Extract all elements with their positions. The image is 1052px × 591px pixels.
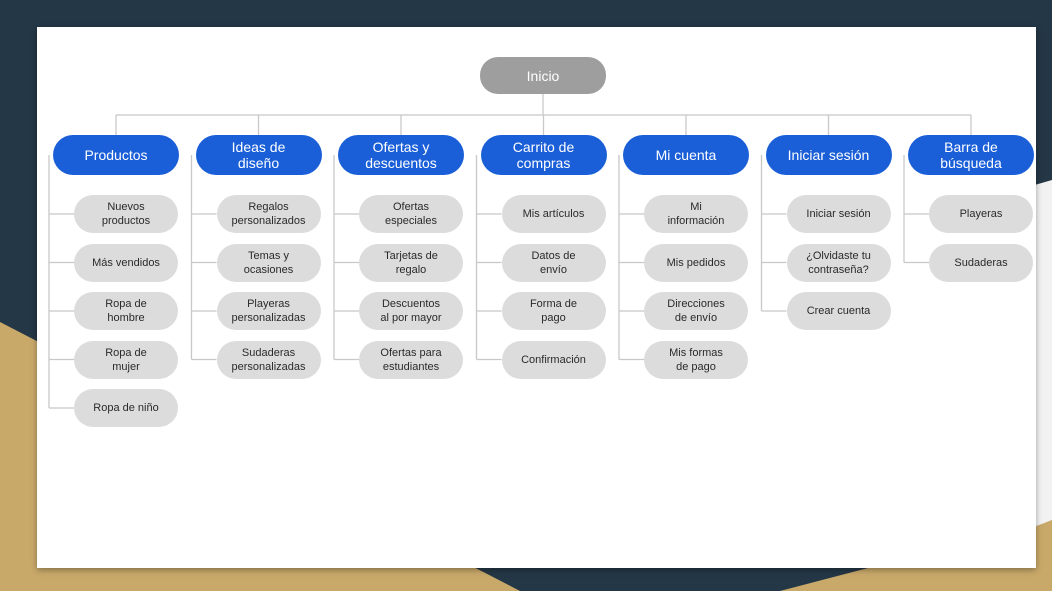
page-nuevos-productos[interactable]: Nuevos productos — [74, 195, 178, 233]
page-ofertas-para-estudiantes[interactable]: Ofertas para estudiantes — [359, 340, 463, 379]
page-mas-vendidos[interactable]: Más vendidos — [74, 243, 178, 282]
page-descuentos-al-por-mayor[interactable]: Descuentos al por mayor — [359, 292, 463, 330]
page-direcciones-de-envio[interactable]: Direcciones de envío — [644, 292, 748, 330]
page-confirmacion[interactable]: Confirmación — [501, 340, 606, 379]
category-carrito-de-compras[interactable]: Carrito de compras — [480, 135, 607, 175]
page-temas-y-ocasiones[interactable]: Temas y ocasiones — [216, 243, 321, 282]
page-sudaderas[interactable]: Sudaderas — [929, 243, 1033, 282]
category-ideas-de-diseno[interactable]: Ideas de diseño — [195, 135, 322, 175]
page-regalos-personalizados[interactable]: Regalos personalizados — [216, 195, 321, 233]
category-ofertas-y-descuentos[interactable]: Ofertas y descuentos — [338, 135, 464, 175]
page-ropa-de-nino[interactable]: Ropa de niño — [74, 389, 178, 427]
page-ropa-de-hombre[interactable]: Ropa de hombre — [74, 292, 178, 330]
page-forma-de-pago[interactable]: Forma de pago — [501, 292, 606, 330]
root-node-inicio[interactable]: Inicio — [480, 57, 606, 94]
page-sudaderas-personalizadas[interactable]: Sudaderas personalizadas — [216, 340, 321, 379]
page-olvidaste-tu-contrasena[interactable]: ¿Olvidaste tu contraseña? — [786, 243, 891, 282]
page-ofertas-especiales[interactable]: Ofertas especiales — [359, 195, 463, 233]
page-mis-articulos[interactable]: Mis artículos — [501, 195, 606, 233]
category-mi-cuenta[interactable]: Mi cuenta — [623, 135, 749, 175]
page-ropa-de-mujer[interactable]: Ropa de mujer — [74, 340, 178, 379]
page-crear-cuenta[interactable]: Crear cuenta — [786, 292, 891, 330]
page-tarjetas-de-regalo[interactable]: Tarjetas de regalo — [359, 243, 463, 282]
page-mis-pedidos[interactable]: Mis pedidos — [644, 243, 748, 282]
category-iniciar-sesion[interactable]: Iniciar sesión — [765, 135, 892, 175]
page-mi-informacion[interactable]: Mi información — [644, 195, 748, 233]
category-productos[interactable]: Productos — [53, 135, 179, 175]
category-barra-de-busqueda[interactable]: Barra de búsqueda — [908, 135, 1034, 175]
page-playeras[interactable]: Playeras — [929, 195, 1033, 233]
page-datos-de-envio[interactable]: Datos de envío — [501, 243, 606, 282]
page-iniciar-sesion[interactable]: Iniciar sesión — [786, 195, 891, 233]
page-mis-formas-de-pago[interactable]: Mis formas de pago — [644, 340, 748, 379]
page-playeras-personalizadas[interactable]: Playeras personalizadas — [216, 292, 321, 330]
